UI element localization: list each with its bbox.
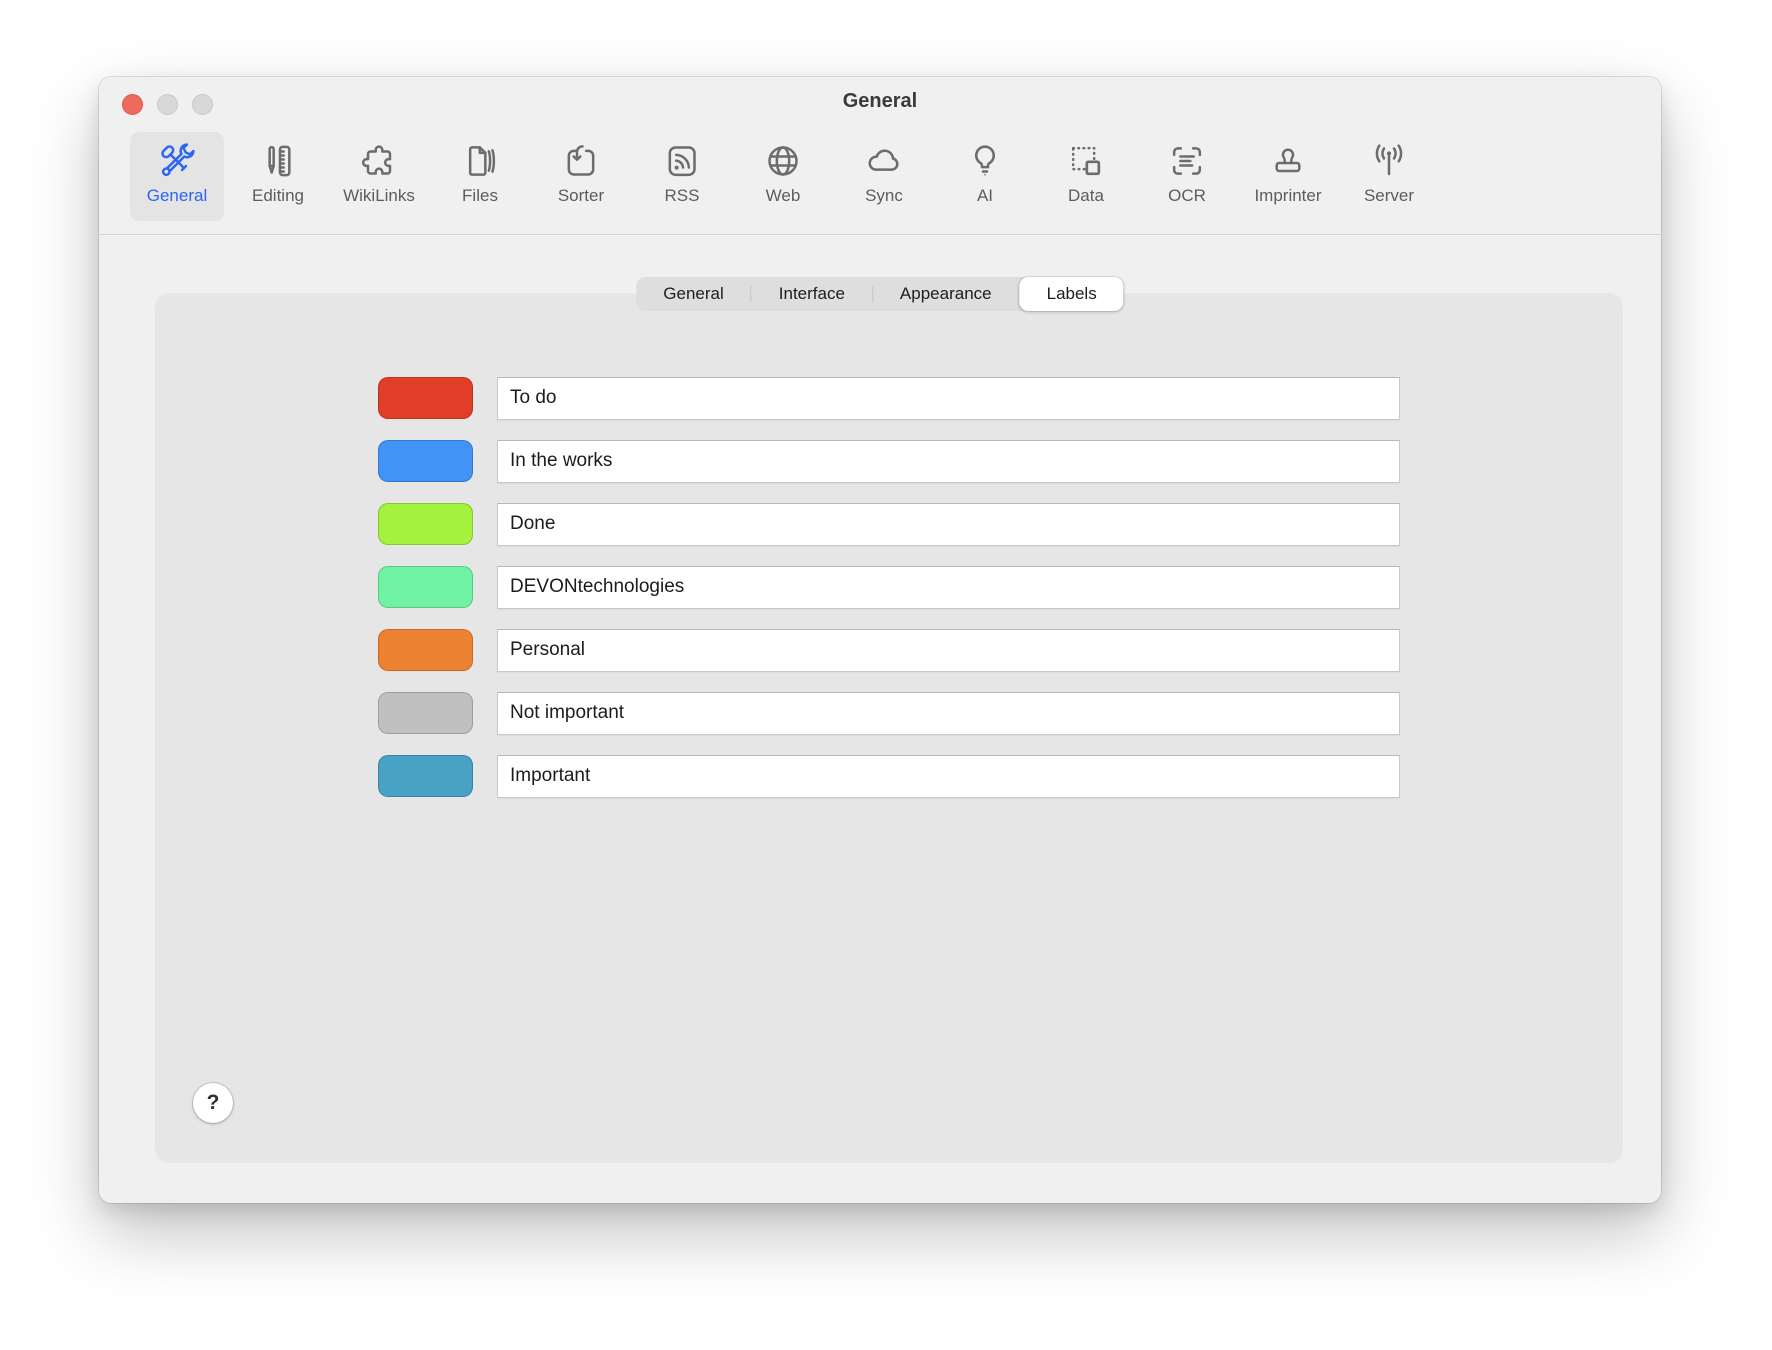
- pencil-ruler-icon: [258, 138, 298, 184]
- toolbar-label: Editing: [252, 186, 304, 206]
- toolbar-item-rss[interactable]: RSS: [635, 132, 729, 221]
- stamp-icon: [1268, 138, 1308, 184]
- toolbar-item-general[interactable]: General: [130, 132, 224, 221]
- toolbar-label: Imprinter: [1254, 186, 1321, 206]
- ocr-icon: [1167, 138, 1207, 184]
- toolbar: General Editing: [130, 132, 1436, 221]
- label-row: [378, 377, 1400, 419]
- rss-icon: [662, 138, 702, 184]
- label-name-input[interactable]: [497, 566, 1400, 609]
- help-button[interactable]: ?: [193, 1083, 233, 1123]
- label-color-swatch[interactable]: [378, 503, 473, 545]
- window-title: General: [99, 90, 1661, 113]
- toolbar-label: WikiLinks: [343, 186, 415, 206]
- toolbar-item-web[interactable]: Web: [736, 132, 830, 221]
- toolbar-label: Web: [766, 186, 801, 206]
- toolbar-item-sync[interactable]: Sync: [837, 132, 931, 221]
- label-name-input[interactable]: [497, 692, 1400, 735]
- label-row: [378, 440, 1400, 482]
- toolbar-label: Server: [1364, 186, 1414, 206]
- label-list: [378, 377, 1400, 818]
- label-row: [378, 503, 1400, 545]
- toolbar-item-ocr[interactable]: OCR: [1140, 132, 1234, 221]
- toolbar-label: AI: [977, 186, 993, 206]
- antenna-icon: [1369, 138, 1409, 184]
- tab-interface[interactable]: Interface: [752, 279, 872, 309]
- globe-icon: [763, 138, 803, 184]
- sorter-icon: [561, 138, 601, 184]
- toolbar-label: OCR: [1168, 186, 1206, 206]
- label-name-input[interactable]: [497, 440, 1400, 483]
- preferences-window: General General: [99, 77, 1661, 1203]
- toolbar-label: Files: [462, 186, 498, 206]
- toolbar-label: Sync: [865, 186, 903, 206]
- label-row: [378, 692, 1400, 734]
- documents-icon: [460, 138, 500, 184]
- toolbar-item-data[interactable]: Data: [1039, 132, 1133, 221]
- toolbar-label: Data: [1068, 186, 1104, 206]
- label-name-input[interactable]: [497, 755, 1400, 798]
- label-row: [378, 755, 1400, 797]
- label-name-input[interactable]: [497, 503, 1400, 546]
- label-row: [378, 566, 1400, 608]
- toolbar-label: Sorter: [558, 186, 604, 206]
- label-color-swatch[interactable]: [378, 692, 473, 734]
- toolbar-item-wikilinks[interactable]: WikiLinks: [332, 132, 426, 221]
- label-row: [378, 629, 1400, 671]
- toolbar-item-server[interactable]: Server: [1342, 132, 1436, 221]
- lightbulb-icon: [965, 138, 1005, 184]
- label-color-swatch[interactable]: [378, 440, 473, 482]
- tab-labels[interactable]: Labels: [1020, 277, 1124, 311]
- tab-appearance[interactable]: Appearance: [873, 279, 1019, 309]
- toolbar-item-imprinter[interactable]: Imprinter: [1241, 132, 1335, 221]
- label-color-swatch[interactable]: [378, 755, 473, 797]
- tab-bar: General Interface Appearance Labels: [636, 277, 1123, 311]
- label-name-input[interactable]: [497, 629, 1400, 672]
- toolbar-item-sorter[interactable]: Sorter: [534, 132, 628, 221]
- toolbar-item-editing[interactable]: Editing: [231, 132, 325, 221]
- puzzle-icon: [359, 138, 399, 184]
- label-name-input[interactable]: [497, 377, 1400, 420]
- tab-general[interactable]: General: [636, 279, 750, 309]
- toolbar-item-ai[interactable]: AI: [938, 132, 1032, 221]
- label-color-swatch[interactable]: [378, 566, 473, 608]
- label-color-swatch[interactable]: [378, 377, 473, 419]
- label-color-swatch[interactable]: [378, 629, 473, 671]
- titlebar: General General: [99, 77, 1661, 235]
- toolbar-label: RSS: [665, 186, 700, 206]
- toolbar-label: General: [147, 186, 207, 206]
- data-icon: [1066, 138, 1106, 184]
- toolbar-item-files[interactable]: Files: [433, 132, 527, 221]
- tools-icon: [157, 138, 197, 184]
- cloud-icon: [864, 138, 904, 184]
